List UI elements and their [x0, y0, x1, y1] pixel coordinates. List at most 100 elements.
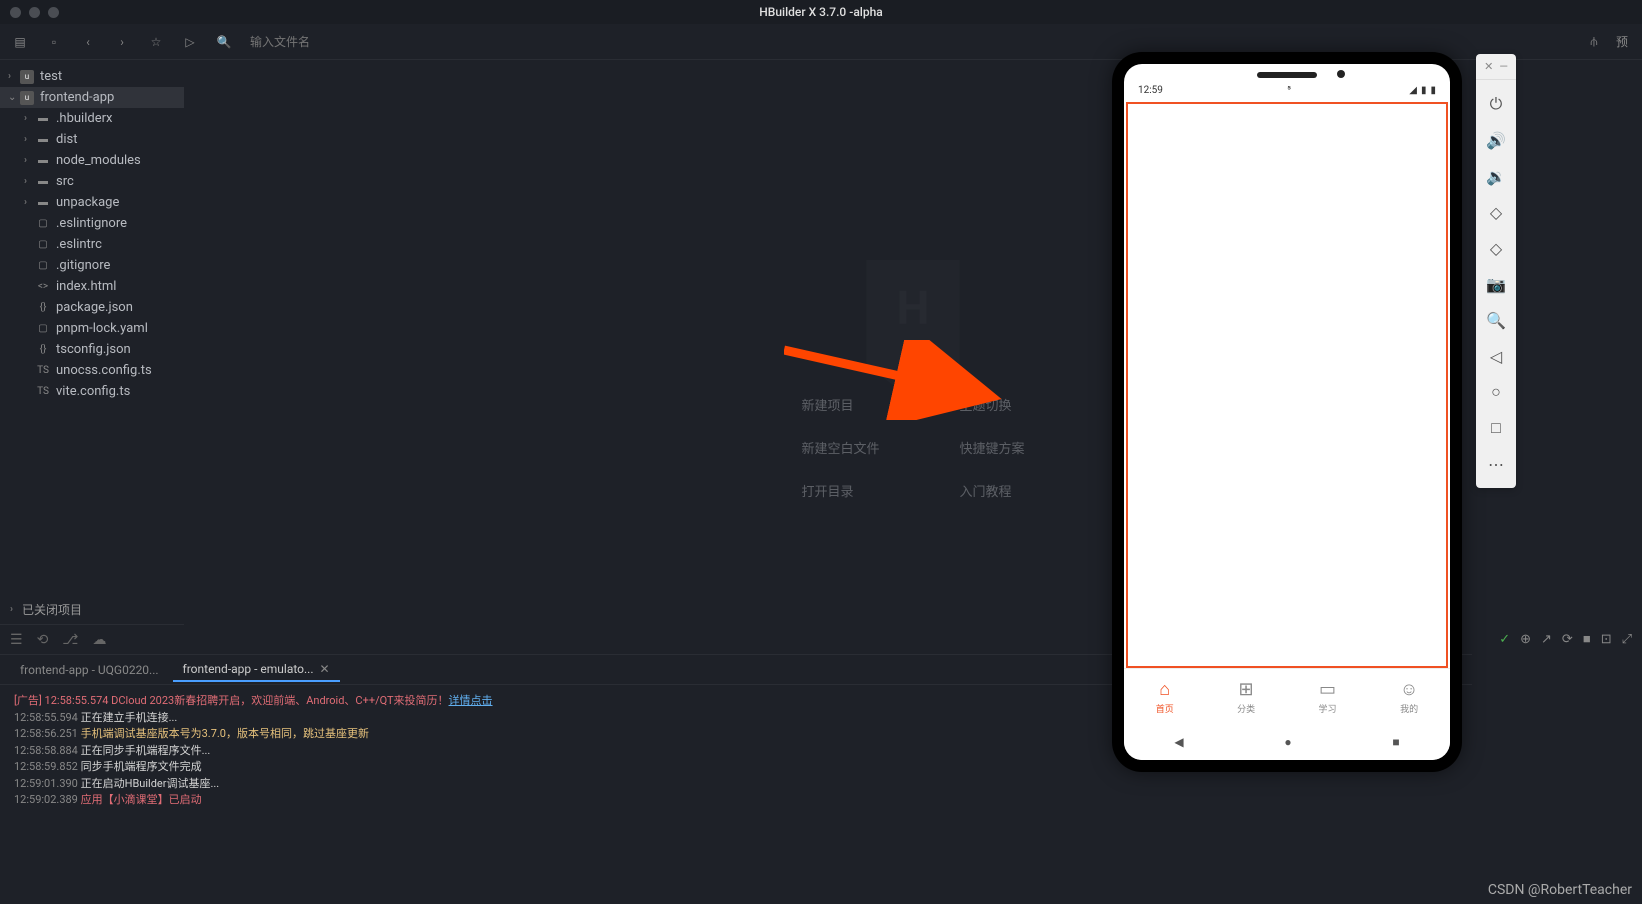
- welcome-打开目录[interactable]: 打开目录: [801, 481, 879, 500]
- new-file-icon[interactable]: ▫: [46, 34, 62, 50]
- cloud-icon[interactable]: ☁: [92, 632, 106, 648]
- tree-label: src: [56, 174, 74, 189]
- closed-projects-section[interactable]: › 已关闭项目: [0, 595, 184, 624]
- close-window-button[interactable]: [10, 7, 21, 18]
- tree-item--gitignore[interactable]: ▢ .gitignore: [0, 255, 184, 276]
- emu-overview-icon[interactable]: □: [1482, 410, 1510, 446]
- tree-label: .eslintrc: [56, 237, 102, 252]
- tree-item--eslintrc[interactable]: ▢.eslintrc: [0, 234, 184, 255]
- watermark: CSDN @RobertTeacher: [1488, 882, 1632, 898]
- welcome-新建空白文件[interactable]: 新建空白文件: [801, 438, 879, 457]
- forward-icon[interactable]: ›: [114, 34, 130, 50]
- volume-down-icon[interactable]: 🔉: [1482, 158, 1510, 194]
- android-recent-button[interactable]: ■: [1392, 735, 1399, 749]
- emu-more-icon[interactable]: ⋯: [1482, 446, 1510, 482]
- tree-item-unpackage[interactable]: ›▬unpackage: [0, 192, 184, 213]
- rotate-left-icon[interactable]: ◇: [1482, 194, 1510, 230]
- welcome-快捷键方案[interactable]: 快捷键方案: [960, 438, 1025, 457]
- rotate-right-icon[interactable]: ◇: [1482, 230, 1510, 266]
- tree-item-test[interactable]: ›utest: [0, 66, 184, 87]
- tree-label: tsconfig.json: [56, 342, 131, 357]
- status-refresh-icon[interactable]: ⟳: [1562, 632, 1573, 647]
- console-line: 12:59:01.390 正在启动HBuilder调试基座...: [14, 776, 1458, 793]
- file-icon: {}: [36, 301, 50, 315]
- tree-item-index-html[interactable]: <>index.html: [0, 276, 184, 297]
- filter-icon[interactable]: ⫛: [1586, 34, 1602, 50]
- emulator-minimize-button[interactable]: —: [1499, 60, 1508, 73]
- phone-tab-icon: ⊞: [1239, 679, 1254, 700]
- tree-item-vite-config-ts[interactable]: TSvite.config.ts: [0, 381, 184, 402]
- phone-tab-我的[interactable]: ☺ 我的: [1400, 679, 1418, 715]
- tree-item-dist[interactable]: ›▬dist: [0, 129, 184, 150]
- tree-item-tsconfig-json[interactable]: {}tsconfig.json: [0, 339, 184, 360]
- close-tab-icon[interactable]: ✕: [320, 662, 330, 676]
- file-icon: ▢: [36, 259, 50, 273]
- svg-text:H: H: [897, 282, 930, 336]
- volume-up-icon[interactable]: 🔊: [1482, 122, 1510, 158]
- maximize-window-button[interactable]: [48, 7, 59, 18]
- android-back-button[interactable]: ◀: [1174, 735, 1183, 749]
- tree-item-frontend-app[interactable]: ⌄ufrontend-app: [0, 87, 184, 108]
- file-icon: ▢: [36, 217, 50, 231]
- tree-label: pnpm-lock.yaml: [56, 321, 148, 336]
- tree-label: dist: [56, 132, 77, 147]
- phone-tab-label: 我的: [1400, 702, 1418, 715]
- sidebar-toggle-icon[interactable]: ▤: [12, 34, 28, 50]
- star-icon[interactable]: ☆: [148, 34, 164, 50]
- zoom-icon[interactable]: 🔍: [1482, 302, 1510, 338]
- tree-item--hbuilderx[interactable]: ›▬.hbuilderx: [0, 108, 184, 129]
- emulator-close-button[interactable]: ✕: [1484, 60, 1493, 73]
- screenshot-icon[interactable]: 📷: [1482, 266, 1510, 302]
- phone-app-content[interactable]: [1126, 102, 1448, 668]
- window-title: HBuilder X 3.7.0 -alpha: [759, 5, 882, 19]
- console-tab[interactable]: frontend-app - emulato...✕: [173, 658, 340, 682]
- status-debug-icon[interactable]: ⊕: [1520, 632, 1531, 647]
- phone-tab-学习[interactable]: ▭学习: [1319, 679, 1337, 715]
- phone-tab-首页[interactable]: ⌂首页: [1156, 679, 1174, 715]
- run-icon[interactable]: ▷: [182, 34, 198, 50]
- back-icon[interactable]: ‹: [80, 34, 96, 50]
- tree-item-package-json[interactable]: {}package.json: [0, 297, 184, 318]
- minimize-window-button[interactable]: [29, 7, 40, 18]
- file-icon: <>: [36, 280, 50, 294]
- phone-tab-label: 分类: [1237, 702, 1255, 715]
- sidebar-footer: ☰ ⟲ ⎇ ☁: [0, 624, 184, 654]
- emu-home-icon[interactable]: ○: [1482, 374, 1510, 410]
- console-link[interactable]: 详情点击: [449, 694, 493, 707]
- status-stop-icon[interactable]: ■: [1583, 631, 1591, 647]
- tree-label: unpackage: [56, 195, 119, 210]
- tree-item-src[interactable]: ›▬src: [0, 171, 184, 192]
- phone-tab-icon: ☺: [1400, 679, 1418, 700]
- git-icon[interactable]: ⎇: [62, 632, 78, 648]
- tree-label: node_modules: [56, 153, 141, 168]
- android-home-button[interactable]: ●: [1284, 735, 1291, 749]
- sidebar-bottom: › 已关闭项目 ☰ ⟲ ⎇ ☁: [0, 595, 184, 654]
- tree-label: .gitignore: [56, 258, 110, 273]
- phone-tab-分类[interactable]: ⊞ 分类: [1237, 679, 1255, 715]
- app-icon: u: [20, 91, 34, 105]
- tree-item--eslintignore[interactable]: ▢.eslintignore: [0, 213, 184, 234]
- tree-item-unocss-config-ts[interactable]: TSunocss.config.ts: [0, 360, 184, 381]
- phone-emulator: 12:59 ⁵ ◢ ▮ ▮ ⌂首页⊞分类▭学习☺我的 ◀ ● ■: [1112, 52, 1462, 772]
- preview-button[interactable]: 预: [1614, 34, 1630, 50]
- tree-label: frontend-app: [40, 90, 114, 105]
- tree-item-pnpm-lock-yaml[interactable]: ▢pnpm-lock.yaml: [0, 318, 184, 339]
- phone-tab-label: 学习: [1319, 702, 1337, 715]
- power-icon[interactable]: ⏻: [1482, 86, 1510, 122]
- status-ok-icon[interactable]: ✓: [1499, 632, 1510, 647]
- file-search-input[interactable]: [250, 35, 450, 49]
- welcome-入门教程[interactable]: 入门教程: [960, 481, 1025, 500]
- search-docs-icon[interactable]: 🔍: [216, 34, 232, 50]
- phone-5g-icon: ⁵: [1287, 85, 1291, 96]
- folder-icon: ▬: [36, 112, 50, 126]
- console-tab[interactable]: frontend-app - UQG0220...: [10, 659, 169, 681]
- status-expand-icon[interactable]: ⤢: [1622, 632, 1632, 647]
- tree-label: vite.config.ts: [56, 384, 130, 399]
- sync-icon[interactable]: ⟲: [37, 632, 49, 648]
- phone-navbar: ◀ ● ■: [1124, 724, 1450, 760]
- menu-icon[interactable]: ☰: [10, 632, 23, 648]
- emu-back-icon[interactable]: ◁: [1482, 338, 1510, 374]
- tree-item-node_modules[interactable]: ›▬node_modules: [0, 150, 184, 171]
- status-export-icon[interactable]: ↗: [1541, 632, 1552, 647]
- status-more-icon[interactable]: ⊡: [1601, 632, 1612, 647]
